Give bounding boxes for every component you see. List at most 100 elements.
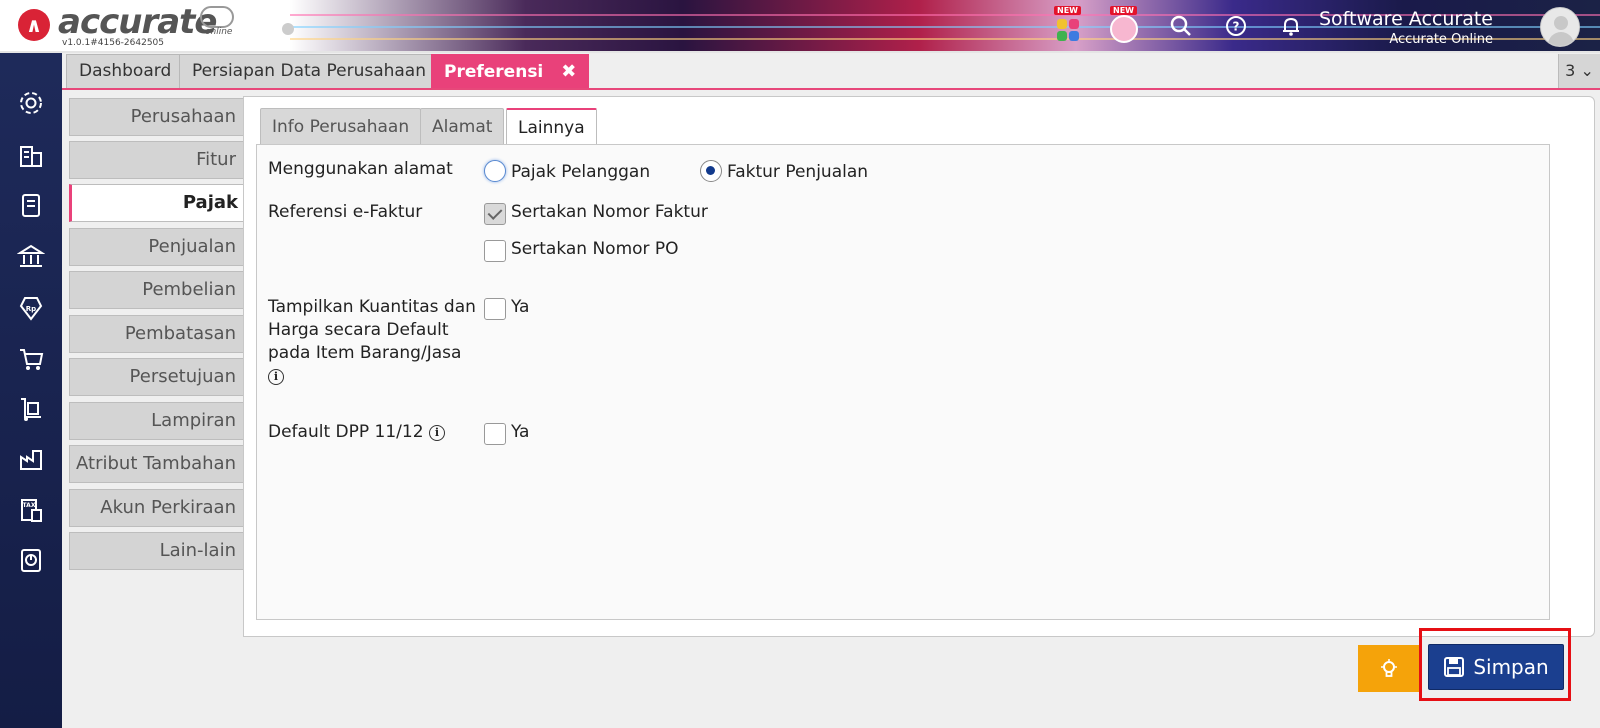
radio-faktur-penjualan-label: Faktur Penjualan (727, 162, 869, 182)
apps-grid-icon (1057, 19, 1079, 41)
assistant-avatar-icon (1110, 15, 1138, 43)
subtab-lainnya[interactable]: Lainnya (506, 108, 597, 145)
price-tag-icon: Rp (19, 297, 43, 321)
category-fitur[interactable]: Fitur (69, 141, 245, 179)
checkbox-sertakan-nomor-faktur-label: Sertakan Nomor Faktur (511, 202, 708, 222)
purchase-nav[interactable] (15, 343, 47, 375)
help-button[interactable]: ? (1218, 8, 1254, 44)
checkbox-tampilkan-kuantitas[interactable] (484, 298, 506, 320)
checkbox-sertakan-nomor-faktur[interactable] (484, 203, 506, 225)
assistant-button[interactable]: NEW (1106, 6, 1142, 44)
subtab-alamat[interactable]: Alamat (420, 108, 505, 144)
tab-count-dropdown[interactable]: 3 ⌄ (1558, 54, 1600, 88)
cart-icon (20, 349, 44, 370)
notifications-button[interactable] (1273, 8, 1309, 44)
building-icon (20, 146, 42, 167)
reports-nav[interactable] (15, 544, 47, 576)
category-lampiran[interactable]: Lampiran (69, 402, 245, 440)
accurate-logo-icon: ∧ (18, 9, 50, 41)
status-dot (282, 23, 294, 35)
lightbulb-icon (1381, 658, 1397, 677)
app-logo-text: accurate (58, 2, 217, 42)
qty-label-line2: Harga secara Default (268, 320, 449, 340)
subtab-label: Lainnya (518, 118, 585, 138)
category-pajak[interactable]: Pajak (69, 184, 247, 222)
radio-pajak-pelanggan[interactable] (484, 160, 506, 182)
user-name: Software Accurate (1319, 8, 1493, 30)
category-atribut-tambahan[interactable]: Atribut Tambahan (69, 445, 245, 483)
qty-info-button[interactable]: i (268, 365, 284, 388)
apps-button[interactable]: NEW (1050, 6, 1086, 44)
user-subtitle: Accurate Online (1389, 32, 1493, 47)
address-label: Menggunakan alamat (268, 159, 453, 179)
subtab-label: Alamat (432, 117, 493, 137)
tab-bar: Dashboard Persiapan Data Perusahaan Pref… (62, 53, 1600, 90)
category-perusahaan[interactable]: Perusahaan (69, 98, 245, 136)
info-icon: i (268, 369, 284, 385)
search-button[interactable] (1163, 8, 1199, 44)
help-icon: ? (1226, 16, 1246, 36)
assets-nav[interactable] (15, 443, 47, 475)
save-button[interactable]: Simpan (1428, 644, 1564, 690)
category-label: Lain-lain (159, 540, 236, 561)
tab-preferensi[interactable]: Preferensi ✖ (431, 54, 590, 88)
radio-faktur-penjualan[interactable] (700, 160, 722, 182)
pie-chart-icon (21, 549, 41, 572)
hand-truck-icon (21, 398, 41, 421)
settings-panel: Info Perusahaan Alamat Lainnya Menggunak… (243, 96, 1595, 637)
category-persetujuan[interactable]: Persetujuan (69, 358, 245, 396)
floppy-disk-icon (1444, 657, 1465, 677)
tab-label: Persiapan Data Perusahaan (192, 61, 426, 81)
checkbox-default-dpp[interactable] (484, 423, 506, 445)
bell-icon (1283, 17, 1299, 36)
app-header: ∧ accurate online v1.0.1#4156-2642505 NE… (0, 0, 1600, 53)
checkbox-sertakan-nomor-po[interactable] (484, 240, 506, 262)
tab-persiapan-data[interactable]: Persiapan Data Perusahaan (179, 54, 439, 88)
svg-text:TAX: TAX (23, 502, 36, 509)
category-label: Atribut Tambahan (76, 453, 236, 474)
category-pembatasan[interactable]: Pembatasan (69, 315, 245, 353)
checkbox-default-dpp-label: Ya (511, 422, 530, 442)
category-pembelian[interactable]: Pembelian (69, 271, 245, 309)
company-nav[interactable] (15, 139, 47, 171)
book-icon (22, 194, 40, 217)
svg-text:Rp: Rp (26, 305, 36, 313)
save-button-label: Simpan (1473, 655, 1549, 679)
bank-icon (17, 244, 45, 267)
category-label: Fitur (196, 149, 236, 170)
checkbox-sertakan-nomor-po-label: Sertakan Nomor PO (511, 239, 679, 259)
category-lain-lain[interactable]: Lain-lain (69, 532, 245, 570)
user-avatar[interactable] (1540, 7, 1580, 47)
new-badge: NEW (1054, 6, 1081, 15)
category-label: Pajak (182, 192, 238, 213)
tab-label: Preferensi (444, 62, 544, 82)
logo-subtitle: online (205, 27, 233, 37)
app-version: v1.0.1#4156-2642505 (62, 38, 165, 48)
tax-nav[interactable]: TAX (15, 494, 47, 526)
new-badge: NEW (1110, 6, 1137, 15)
close-icon[interactable]: ✖ (561, 61, 576, 82)
bank-nav[interactable] (15, 240, 47, 272)
settings-nav[interactable] (15, 87, 47, 119)
info-icon[interactable]: i (428, 425, 445, 441)
inventory-nav[interactable] (15, 393, 47, 425)
category-akun-perkiraan[interactable]: Akun Perkiraan (69, 489, 245, 527)
qty-label-line1: Tampilkan Kuantitas dan (268, 297, 476, 317)
form-area: Menggunakan alamat Pajak Pelanggan Faktu… (256, 144, 1550, 620)
ledger-nav[interactable] (15, 189, 47, 221)
sidebar: Rp TAX (0, 53, 62, 728)
subtab-info-perusahaan[interactable]: Info Perusahaan (260, 108, 422, 144)
chevron-down-icon: ⌄ (1580, 61, 1594, 80)
efaktur-label: Referensi e-Faktur (268, 202, 423, 222)
cloud-icon (200, 6, 234, 28)
category-label: Akun Perkiraan (100, 497, 236, 518)
tab-dashboard[interactable]: Dashboard (66, 54, 185, 88)
category-label: Pembatasan (124, 323, 236, 344)
category-penjualan[interactable]: Penjualan (69, 228, 245, 266)
tab-count-label: 3 (1565, 61, 1576, 80)
checkbox-tampilkan-kuantitas-label: Ya (511, 297, 530, 317)
subtab-label: Info Perusahaan (272, 117, 410, 137)
sales-nav[interactable]: Rp (15, 292, 47, 324)
hint-button[interactable] (1358, 645, 1420, 692)
factory-icon (20, 450, 42, 470)
